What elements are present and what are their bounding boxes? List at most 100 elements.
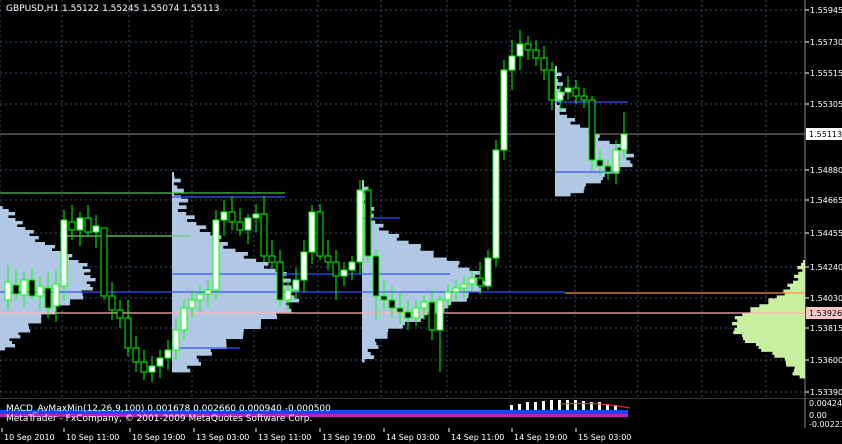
time-label: 10 Sep 2010 [4, 433, 55, 442]
profile-bar [172, 278, 291, 283]
price-label: 1.55730 [810, 38, 842, 47]
profile-bar [798, 277, 805, 282]
candle-body [252, 213, 260, 219]
candle-body [372, 255, 380, 297]
profile-bar [172, 275, 281, 280]
candle-body [308, 211, 316, 253]
candle-body [180, 307, 188, 331]
candle-body [164, 349, 172, 359]
profile-bar [172, 212, 187, 216]
profile-bar [0, 332, 19, 336]
profile-bar [555, 108, 567, 112]
profile-bar [172, 315, 278, 320]
candle-body [388, 299, 396, 309]
profile-bar [362, 180, 364, 184]
profile-bar [0, 227, 26, 231]
profile-bar [172, 178, 181, 183]
candle-body [596, 159, 604, 167]
time-label: 13 Sep 11:00 [258, 433, 311, 442]
profile-bar [0, 218, 16, 222]
profile-bar [555, 111, 560, 116]
candle [212, 210, 220, 300]
candle-body [260, 213, 268, 257]
candle-body [476, 277, 484, 287]
candle [588, 96, 596, 170]
candle-body [116, 309, 124, 319]
candle-body [508, 55, 516, 71]
profile-bar [172, 202, 179, 206]
profile-bar [802, 268, 805, 273]
profile-bar [0, 251, 63, 255]
profile-bar [172, 198, 189, 203]
profile-bar [768, 301, 805, 305]
macd-histogram-bar [550, 400, 553, 410]
price-chart[interactable]: 1.55945 1.55730 1.55515 1.55305 1.55113 1.548… [0, 0, 842, 398]
chart-window: 1.55945 1.55730 1.55515 1.55305 1.55113 1.548… [0, 0, 842, 444]
profile-bar [362, 331, 388, 336]
profile-bar [792, 372, 805, 376]
profile-bar [0, 221, 23, 225]
profile-bar [172, 365, 188, 370]
price-label: 1.54455 [810, 229, 842, 238]
candle-body [292, 279, 300, 291]
indicator-axis-label: 0.00 [809, 411, 827, 420]
candle-body [84, 217, 92, 233]
profile-bar [0, 230, 34, 234]
candle-body [188, 299, 196, 309]
profile-bar [172, 252, 248, 256]
profile-bar [0, 329, 31, 333]
candle-body [108, 295, 116, 311]
profile-bar [0, 335, 21, 339]
time-axis: 10 Sep 2010 10 Sep 11:00 10 Sep 19:00 13 Se… [1, 428, 631, 442]
candle-body [452, 287, 460, 293]
profile-bar [362, 324, 403, 329]
profile-bar [786, 363, 805, 367]
candle-body [204, 289, 212, 295]
candle-body [340, 269, 348, 277]
profile-bar [172, 228, 200, 233]
price-label: 1.53390 [810, 388, 842, 397]
profile-bar [555, 189, 584, 194]
candle [356, 180, 364, 274]
profile-bar [555, 186, 585, 190]
profile-bar [0, 209, 9, 213]
profile-bar [0, 347, 6, 351]
candle-body [460, 283, 468, 289]
profile-bar [172, 368, 191, 373]
profile-bar [172, 362, 201, 366]
profile-bar [555, 114, 567, 119]
candle-body [572, 87, 580, 97]
profile-bar [0, 275, 91, 279]
candle-body [380, 295, 388, 301]
profile-bar [362, 355, 375, 360]
profile-bar [768, 298, 805, 302]
profile-bar [555, 144, 621, 148]
profile-bar [0, 326, 30, 330]
indicator-info: MACD_AvMaxMin(12,26,9,100) 0.001678 0.00… [6, 404, 331, 414]
candle [500, 60, 508, 160]
candle-body [124, 317, 132, 349]
profile-bar [172, 352, 212, 356]
candle-body [60, 219, 68, 287]
symbol-info: GBPUSD,H1 1.55122 1.55245 1.55074 1.5511… [6, 4, 220, 14]
profile-bar [362, 358, 365, 363]
profile-bar [734, 316, 805, 320]
candle-body [428, 301, 436, 331]
candle-body [420, 301, 428, 309]
profile-bar [555, 176, 603, 181]
price-label: 1.54030 [810, 294, 842, 303]
profile-bar [362, 318, 421, 322]
profile-bar [803, 260, 805, 264]
candle-body [236, 221, 244, 231]
profile-bar [362, 335, 388, 339]
copyright-info: MetaTrader - FxCompany, © 2001-2009 Meta… [6, 414, 313, 424]
profile-bar [787, 283, 805, 287]
profile-bar [555, 163, 633, 168]
profile-bar [172, 225, 207, 230]
candle-body [484, 257, 492, 287]
candle-body [36, 285, 44, 297]
profile-bar [755, 342, 805, 346]
profile-bar [0, 248, 53, 252]
candle-body [156, 357, 164, 367]
candle-body [220, 211, 228, 221]
